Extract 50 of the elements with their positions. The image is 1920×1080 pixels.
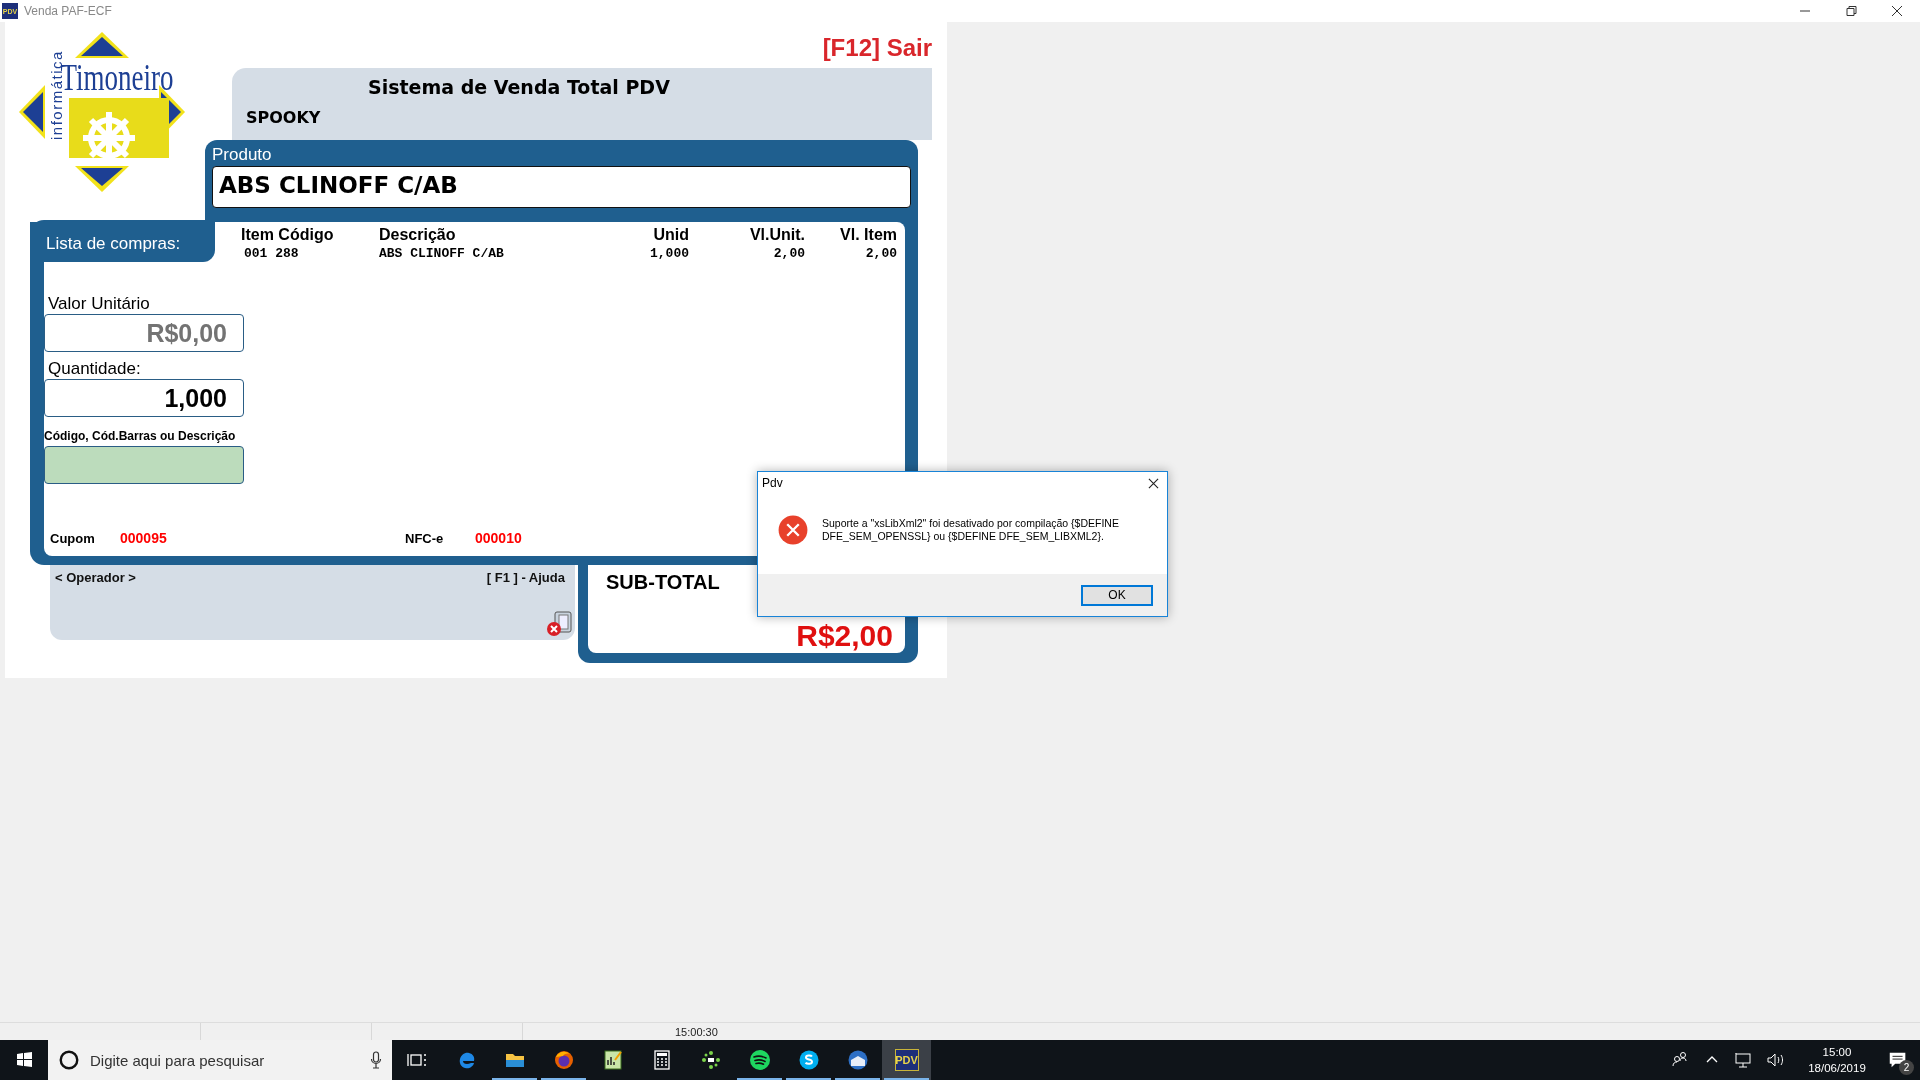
column-header: Vl. Item (839, 226, 897, 244)
exit-button[interactable]: [F12] Sair (822, 34, 932, 68)
microphone-icon[interactable] (370, 1051, 382, 1069)
coupon-number: 000095 (120, 530, 168, 546)
coupon-label: Cupom (50, 530, 96, 546)
device-error-icon[interactable] (545, 608, 575, 638)
quantity-label: Quantidade: (47, 359, 142, 379)
code-search-label: Código, Cód.Barras ou Descrição (44, 429, 237, 445)
product-label: Produto (212, 145, 273, 166)
notifications-button[interactable]: 2 (1876, 1040, 1920, 1080)
column-header: Unid (652, 226, 689, 244)
search-field[interactable]: Digite aqui para pesquisar (48, 1040, 392, 1080)
ok-button[interactable]: OK (1081, 584, 1153, 606)
clock-time: 15:00 (1822, 1045, 1852, 1060)
error-icon (778, 515, 808, 545)
clock-date: 18/06/2019 (1808, 1061, 1866, 1076)
product-field: ABS CLINOFF C/AB (212, 166, 911, 208)
store-name: SPOOKY (245, 107, 322, 127)
table-cell-text: 001 288 (243, 245, 300, 261)
unit-price-field[interactable]: R$0,00 (44, 314, 244, 352)
table-cell-text: ABS CLINOFF C/AB (379, 245, 505, 261)
notification-count: 2 (1899, 1060, 1914, 1075)
status-time: 15:00:30 (675, 1025, 718, 1038)
column-header: Descrição (379, 226, 457, 244)
subtotal-label: SUB-TOTAL (606, 571, 721, 594)
window-title: Venda PAF-ECF (24, 4, 112, 18)
code-search-field[interactable] (44, 446, 244, 484)
close-icon[interactable] (1148, 477, 1159, 489)
pdv-taskbar-button[interactable]: PDV (882, 1040, 931, 1080)
table-cell-text: 1,000 (649, 245, 689, 261)
list-title: Lista de compras: (30, 222, 215, 262)
nfce-number: 000010 (475, 530, 523, 546)
clock[interactable]: 15:00 18/06/2019 (1798, 1040, 1876, 1080)
help-hint: [ F1 ] - Ajuda (486, 570, 565, 585)
subtotal-value: R$2,00 (795, 621, 893, 653)
logo-drawing: Timoneiro informática (17, 30, 187, 195)
dialog-title: Pdv (762, 476, 783, 490)
table-cell-text: 2,00 (772, 245, 805, 261)
nfce-label: NFC-e (405, 530, 445, 546)
music-icon (747, 1048, 772, 1072)
pdv-app-icon: PDV (894, 1049, 919, 1071)
error-message: Suporte a "xsLibXml2" foi desativado por compilação {$DEFINE DFE_SEM_OPENSSL} ou {$DEFINE DFE_SEM_LIBXML2}. (822, 517, 1119, 543)
circle-icon (58, 1049, 80, 1071)
table-cell-text: 2,00 (864, 245, 897, 261)
quantity-field[interactable]: 1,000 (44, 379, 244, 417)
operator-label: < Operador > (55, 570, 136, 585)
system-title: Sistema de Venda Total PDV (367, 75, 671, 98)
column-header: Item Código (241, 226, 335, 244)
unit-price-label: Valor Unitário (47, 294, 151, 314)
column-header: Vl.Unit. (748, 226, 805, 244)
